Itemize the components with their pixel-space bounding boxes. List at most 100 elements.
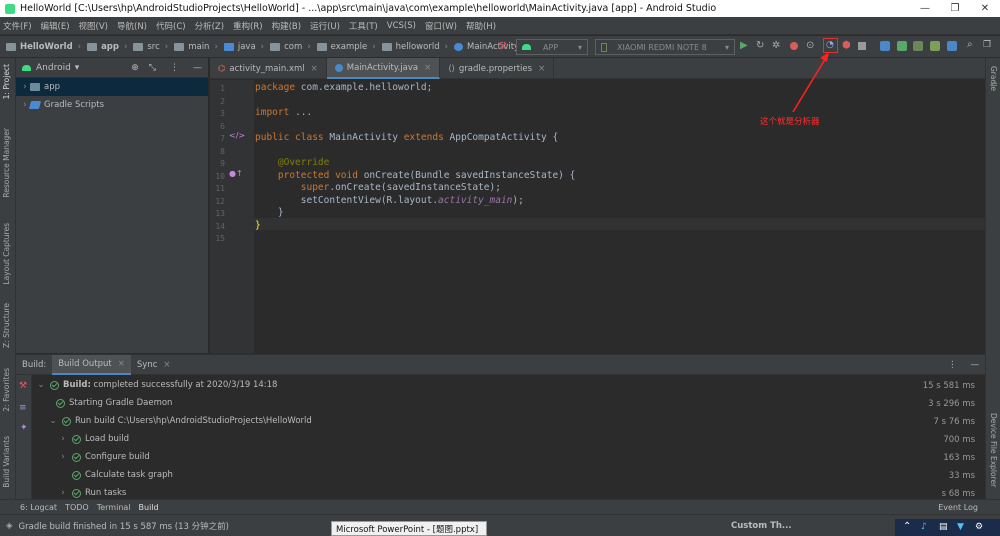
tab-sync[interactable]: Sync × (131, 355, 177, 375)
device-select[interactable]: XIAOMI REDMI NOTE 8 ▾ (595, 39, 735, 55)
taskbar-preview[interactable]: Microsoft PowerPoint - [题图.pptx] (331, 521, 487, 536)
close-icon[interactable]: × (311, 64, 318, 74)
close-icon[interactable]: × (538, 64, 545, 74)
tree-item-gradle-scripts[interactable]: › Gradle Scripts (16, 96, 208, 114)
class-gutter-icon[interactable]: </> (229, 131, 245, 140)
maximize-button[interactable]: ❐ (940, 0, 970, 17)
menu-tools[interactable]: 工具(T) (349, 20, 378, 32)
layout-captures-tab[interactable]: Layout Captures (2, 223, 11, 285)
chevron-up-icon[interactable]: ⌃ (903, 521, 911, 532)
annotation-arrow (792, 52, 829, 113)
stop-record-icon[interactable] (790, 42, 798, 50)
breadcrumb-java[interactable]: java › (223, 42, 264, 52)
build-row[interactable]: Starting Gradle Daemon (52, 394, 172, 412)
menu-help[interactable]: 帮助(H) (466, 20, 496, 32)
menu-navigate[interactable]: 导航(N) (117, 20, 147, 32)
pin-icon[interactable]: ✦ (20, 423, 28, 433)
options-menu-icon[interactable]: ⋮ (948, 360, 957, 370)
hammer-icon[interactable]: ⚒ (19, 381, 27, 391)
build-row[interactable]: ⌄ Run build C:\Users\hp\AndroidStudioProj… (48, 412, 311, 430)
build-tab[interactable]: Build (139, 503, 159, 512)
target-icon[interactable]: ⊕ (131, 63, 139, 73)
stop-square-icon[interactable] (858, 42, 866, 50)
tree-item-app[interactable]: › app (16, 78, 208, 96)
build-row-time: 15 s 581 ms (922, 381, 975, 391)
run-config-select[interactable]: APP ▾ (516, 39, 588, 55)
debug-icon[interactable]: ✲ (772, 40, 780, 51)
build-row-time: 700 ms (943, 435, 975, 445)
structure-tab[interactable]: Z: Structure (2, 303, 11, 348)
hide-panel-icon[interactable]: — (971, 360, 980, 370)
build-row[interactable]: › Load build (58, 430, 129, 448)
menu-vcs[interactable]: VCS(S) (387, 21, 416, 31)
close-window-button[interactable]: ✕ (970, 0, 1000, 17)
tab-gradle-properties[interactable]: ⟨⟩ gradle.properties × (440, 58, 555, 79)
menu-window[interactable]: 窗口(W) (425, 20, 457, 32)
search-icon[interactable]: ⌕ (967, 39, 973, 50)
avd-manager-icon[interactable] (897, 41, 907, 51)
menu-analyze[interactable]: 分析(Z) (195, 20, 224, 32)
menu-code[interactable]: 代码(C) (156, 20, 186, 32)
override-gutter-icon[interactable]: ●↑ (229, 169, 243, 178)
breadcrumb-example[interactable]: example › (316, 42, 376, 52)
code-editor[interactable]: 1 2 3 6 7 8 9 10 11 12 13 14 15 </> ●↑ p… (210, 80, 985, 353)
current-line-highlight (254, 217, 985, 230)
keyboard-icon[interactable]: ▤ (939, 522, 948, 532)
tab-activity-main-xml[interactable]: ⌬ activity_main.xml × (210, 58, 327, 79)
menu-edit[interactable]: 编辑(E) (41, 20, 70, 32)
minimize-button[interactable]: — (910, 0, 940, 17)
status-right[interactable]: Custom Th... (731, 521, 792, 531)
menu-file[interactable]: 文件(F) (3, 20, 32, 32)
menu-refactor[interactable]: 重构(R) (233, 20, 263, 32)
resource-manager-tab[interactable]: Resource Manager (2, 128, 11, 198)
breadcrumb-src[interactable]: src › (133, 42, 168, 52)
run-icon[interactable]: ▶ (740, 40, 748, 51)
tab-build-output[interactable]: Build Output × (52, 354, 131, 375)
stop-icon[interactable]: ⬢ (842, 40, 851, 51)
build-row[interactable]: Calculate task graph (68, 466, 173, 484)
build-row[interactable]: › Configure build (58, 448, 150, 466)
breadcrumb-main[interactable]: main › (174, 42, 218, 52)
terminal-tab[interactable]: Terminal (97, 503, 131, 512)
list-icon[interactable]: ≡ (19, 403, 27, 413)
sync-project-icon[interactable] (880, 41, 890, 51)
help-icon[interactable]: ❐ (983, 40, 991, 50)
layout-inspector-icon[interactable] (947, 41, 957, 51)
todo-tab[interactable]: TODO (65, 503, 89, 512)
mic-icon[interactable]: ♪ (921, 522, 927, 532)
sdk-manager-icon[interactable] (913, 41, 923, 51)
close-icon[interactable]: × (424, 63, 431, 73)
device-file-explorer-tab[interactable]: Device File Explorer (989, 413, 998, 487)
device-manager-icon[interactable] (930, 41, 940, 51)
breadcrumb-com[interactable]: com › (270, 42, 311, 52)
shirt-icon[interactable]: ▼ (957, 522, 964, 532)
project-tool-tab[interactable]: 1: Project (2, 64, 11, 99)
menu-view[interactable]: 视图(V) (79, 20, 108, 32)
chevron-down-icon[interactable]: ▾ (75, 63, 80, 73)
breadcrumb-helloworld-pkg[interactable]: helloworld › (381, 42, 448, 52)
settings-icon[interactable]: ⚙ (975, 522, 983, 532)
hide-panel-icon[interactable]: — (193, 63, 202, 73)
options-menu-icon[interactable]: ⋮ (170, 63, 179, 73)
breadcrumb-helloworld[interactable]: HelloWorld › (6, 42, 81, 52)
hammer-icon[interactable]: ⚒ (498, 41, 507, 52)
logcat-tab[interactable]: 6: Logcat (20, 503, 57, 512)
collapse-icon[interactable]: ⤡ (149, 63, 156, 73)
super-class: AppCompatActivity { (449, 132, 559, 143)
breadcrumb-app[interactable]: app › (87, 42, 127, 52)
apply-changes-icon[interactable]: ↻ (756, 40, 764, 51)
project-view-select[interactable]: Android (36, 63, 71, 73)
menu-run[interactable]: 运行(U) (310, 20, 340, 32)
profiler-icon[interactable]: ◔ (826, 40, 834, 50)
close-icon[interactable]: × (118, 359, 125, 369)
close-icon[interactable]: × (163, 360, 170, 370)
folded-imports[interactable]: ... (295, 107, 312, 118)
chevron-down-icon: ▾ (577, 42, 582, 52)
favorites-tab[interactable]: 2: Favorites (2, 368, 11, 412)
menu-build[interactable]: 构建(B) (272, 20, 301, 32)
build-row[interactable]: ⌄ Build: completed successfully at 2020/3… (36, 376, 277, 394)
build-variants-tab[interactable]: Build Variants (2, 436, 11, 488)
tab-mainactivity-java[interactable]: MainActivity.java × (326, 58, 441, 79)
chevron-right-icon[interactable]: › (20, 82, 30, 92)
event-log-tab[interactable]: Event Log (938, 503, 978, 512)
